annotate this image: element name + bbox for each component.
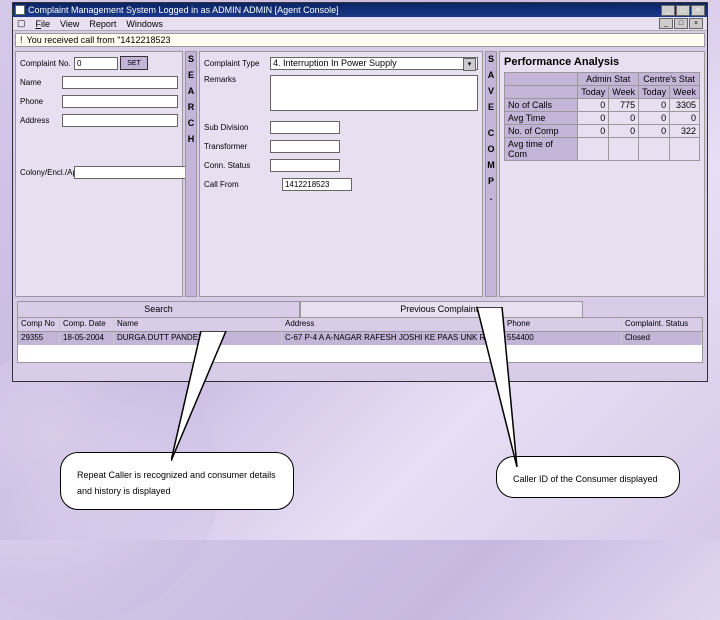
minimize-button[interactable]: _ xyxy=(661,5,675,16)
complaints-grid: Comp No Comp. Date Name Address Phone Co… xyxy=(17,317,703,363)
phone-input[interactable] xyxy=(62,95,178,108)
search-strip[interactable]: S E A R C H xyxy=(185,51,197,297)
name-input[interactable] xyxy=(62,76,178,89)
subdivision-input[interactable] xyxy=(270,121,340,134)
callout-caller-id: Caller ID of the Consumer displayed xyxy=(496,456,680,498)
conn-status-input[interactable] xyxy=(270,159,340,172)
callout-pointer-icon xyxy=(477,307,567,467)
tabs: Search Previous Complaints xyxy=(17,301,703,317)
left-panel: Complaint No. SET Name Phone Address Col… xyxy=(15,51,183,297)
colony-label: Colony/Encl./Ap xyxy=(20,168,74,177)
maximize-button[interactable]: □ xyxy=(676,5,690,16)
call-from-label: Call From xyxy=(204,180,270,189)
set-button[interactable]: SET xyxy=(120,56,148,70)
subdivision-label: Sub Division xyxy=(204,123,270,132)
child-close-button[interactable]: × xyxy=(689,18,703,29)
address-label: Address xyxy=(20,116,62,125)
transformer-input[interactable] xyxy=(270,140,340,153)
complaint-type-label: Complaint Type xyxy=(204,59,270,68)
menu-report[interactable]: Report xyxy=(89,19,116,29)
app-window: Complaint Management System Logged in as… xyxy=(12,2,708,382)
app-icon xyxy=(15,5,25,15)
address-input[interactable] xyxy=(62,114,178,127)
performance-title: Performance Analysis xyxy=(504,56,700,68)
callout-pointer-icon xyxy=(171,331,251,461)
child-minimize-button[interactable]: _ xyxy=(659,18,673,29)
tab-search[interactable]: Search xyxy=(17,301,300,317)
info-text: You received call from "1412218523 xyxy=(27,35,171,45)
remarks-label: Remarks xyxy=(204,75,270,84)
performance-panel: Performance Analysis Admin StatCentre's … xyxy=(499,51,705,297)
window-title: Complaint Management System Logged in as… xyxy=(28,5,661,15)
table-row[interactable]: 29355 18-05-2004 DURGA DUTT PANDEY C-67 … xyxy=(18,332,702,345)
call-from-input[interactable] xyxy=(282,178,352,191)
colony-input[interactable] xyxy=(74,166,190,179)
performance-table: Admin StatCentre's Stat TodayWeekTodayWe… xyxy=(504,72,700,161)
menubar: ▢ File View Report Windows _ □ × xyxy=(13,17,707,31)
close-button[interactable]: × xyxy=(691,5,705,16)
save-comp-strip[interactable]: S A V E C O M P . xyxy=(485,51,497,297)
menu-view[interactable]: View xyxy=(60,19,79,29)
complaint-type-select[interactable]: 4. Interruption In Power Supply xyxy=(270,57,478,70)
menu-file[interactable]: File xyxy=(36,19,51,29)
complaint-no-label: Complaint No. xyxy=(20,59,74,68)
remarks-input[interactable] xyxy=(270,75,478,111)
grid-header: Comp No Comp. Date Name Address Phone Co… xyxy=(18,318,702,332)
phone-label: Phone xyxy=(20,97,62,106)
mid-panel: Complaint Type 4. Interruption In Power … xyxy=(199,51,483,297)
transformer-label: Transformer xyxy=(204,142,270,151)
name-label: Name xyxy=(20,78,62,87)
child-maximize-button[interactable]: □ xyxy=(674,18,688,29)
titlebar: Complaint Management System Logged in as… xyxy=(13,3,707,17)
conn-status-label: Conn. Status xyxy=(204,161,270,170)
app-menu-icon[interactable]: ▢ xyxy=(17,18,26,29)
info-bar: ! You received call from "1412218523 xyxy=(15,33,705,47)
complaint-no-input[interactable] xyxy=(74,57,118,70)
callout-repeat-caller: Repeat Caller is recognized and consumer… xyxy=(60,452,294,510)
menu-windows[interactable]: Windows xyxy=(126,19,163,29)
